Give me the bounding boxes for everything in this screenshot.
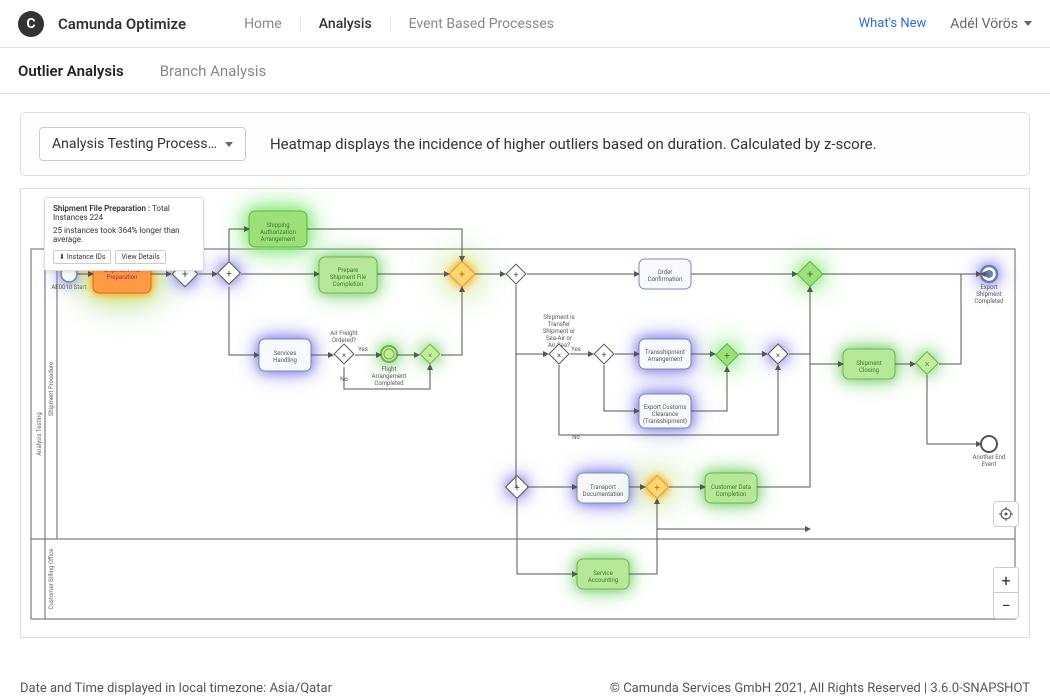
brand-name: Camunda Optimize (58, 15, 186, 33)
task-shipment-closing[interactable]: ShipmentClosing (843, 349, 895, 379)
gateway-x-2[interactable]: × (768, 344, 788, 364)
gateway-x-green[interactable]: × (916, 352, 939, 375)
task-export-customs[interactable]: Export CustomsClearance(Transshipment) (639, 394, 691, 428)
svg-text:×: × (776, 351, 780, 360)
task-transshipment[interactable]: TransshipmentArrangement (639, 339, 691, 369)
heatmap-description: Heatmap displays the incidence of higher… (270, 135, 877, 153)
task-prepare-completion[interactable]: PrepareShipment FileCompletion (319, 257, 377, 293)
gateway-hot-2[interactable]: + (646, 476, 669, 499)
svg-text:+: + (513, 271, 518, 281)
end-event-another[interactable] (981, 436, 997, 452)
task-shipping-auth[interactable]: ShippingAuthorizationArrangement (249, 211, 307, 247)
svg-text:ShipmentClosing: ShipmentClosing (856, 360, 881, 374)
top-nav: C Camunda Optimize Home Analysis Event B… (0, 0, 1050, 48)
svg-text:+: + (601, 351, 606, 361)
svg-text:×: × (342, 351, 346, 360)
tooltip-total-value: 224 (90, 213, 104, 222)
recenter-button[interactable] (993, 501, 1019, 527)
gateway-parallel-4[interactable]: + (594, 344, 614, 364)
sub-nav: Outlier Analysis Branch Analysis (0, 48, 1050, 94)
zoom-out-button[interactable]: − (993, 593, 1019, 619)
svg-text:Customer DataCompletion: Customer DataCompletion (711, 484, 751, 498)
task-service-accounting[interactable]: ServiceAccounting (577, 559, 629, 589)
lane-label-upper: Shipment Procedure (48, 362, 55, 416)
download-icon: ⬇ (59, 253, 65, 261)
tooltip-instance-ids-button[interactable]: ⬇ Instance IDs (53, 250, 111, 264)
tooltip-detail: 25 instances took 364% longer than avera… (53, 226, 195, 244)
task-transport-doc[interactable]: TransportDocumentation (577, 473, 629, 503)
process-select-label: Analysis Testing Process… (52, 136, 217, 152)
tooltip-title: Shipment File Preparation : (53, 204, 150, 213)
gateway-x-1[interactable]: × (420, 344, 440, 364)
svg-text:+: + (514, 483, 520, 494)
nav-event-based[interactable]: Event Based Processes (391, 16, 572, 32)
svg-text:AE0010 Start: AE0010 Start (51, 284, 86, 291)
svg-text:×: × (428, 351, 432, 360)
svg-text:+: + (226, 269, 232, 280)
user-menu[interactable]: Adél Vörös (950, 16, 1032, 32)
task-services-handling[interactable]: ServicesHandling (259, 339, 311, 371)
controls-bar: Analysis Testing Process… Heatmap displa… (20, 112, 1030, 176)
lane-label-outer: Analysis Testing (36, 412, 43, 456)
diagram-canvas[interactable]: Analysis Testing Shipment Procedure Cust… (20, 188, 1030, 638)
tooltip-view-details-button[interactable]: View Details (115, 250, 165, 264)
zoom-controls: + − (993, 501, 1019, 619)
tab-branch-analysis[interactable]: Branch Analysis (142, 57, 285, 85)
task-tooltip: Shipment File Preparation : Total Instan… (44, 197, 204, 271)
svg-text:TransshipmentArrangement: TransshipmentArrangement (645, 349, 685, 363)
process-select[interactable]: Analysis Testing Process… (39, 127, 246, 161)
brand-logo: C (18, 11, 44, 37)
svg-text:+: + (459, 268, 465, 281)
lane-label-lower: Customer Billing Office (48, 549, 55, 610)
footer-copyright: © Camunda Services GmbH 2021, All Rights… (610, 681, 1030, 696)
user-name: Adél Vörös (950, 16, 1018, 32)
chevron-down-icon (225, 142, 233, 147)
nav-analysis[interactable]: Analysis (301, 16, 391, 32)
gateway-parallel-topright[interactable]: + (797, 261, 822, 286)
chevron-down-icon (1024, 21, 1032, 26)
nav-home[interactable]: Home (226, 16, 301, 32)
svg-text:Air FreightOrdered?: Air FreightOrdered? (330, 330, 357, 344)
gateway-parallel-2[interactable]: + (218, 262, 241, 285)
event-flight-arrangement[interactable] (381, 346, 397, 362)
gateway-parallel-green[interactable]: + (716, 344, 739, 367)
gateway-parallel-bottom[interactable]: + (506, 476, 529, 499)
task-customer-data[interactable]: Customer DataCompletion (705, 473, 757, 503)
footer: Date and Time displayed in local timezon… (0, 681, 1050, 696)
gateway-parallel-3[interactable]: + (506, 264, 526, 284)
svg-text:+: + (724, 351, 730, 362)
gateway-hot-1[interactable]: + (449, 261, 474, 286)
svg-text:+: + (654, 483, 660, 494)
svg-text:Yes: Yes (358, 346, 368, 353)
whats-new-link[interactable]: What's New (859, 16, 927, 31)
nav-right: What's New Adél Vörös (859, 16, 1032, 32)
tab-outlier-analysis[interactable]: Outlier Analysis (18, 57, 142, 85)
svg-text:ExportShipmentCompleted: ExportShipmentCompleted (974, 284, 1003, 305)
svg-text:+: + (807, 268, 813, 281)
footer-timezone: Date and Time displayed in local timezon… (20, 681, 332, 696)
crosshair-icon (999, 507, 1013, 521)
svg-text:ServicesHandling: ServicesHandling (273, 350, 297, 364)
svg-text:FlightArrangementCompleted: FlightArrangementCompleted (372, 366, 407, 387)
svg-text:Another EndEvent: Another EndEvent (973, 454, 1006, 468)
svg-text:×: × (557, 351, 561, 360)
task-order-confirmation[interactable]: OrderConfirmation (639, 259, 691, 289)
zoom-in-button[interactable]: + (993, 567, 1019, 593)
svg-text:Yes: Yes (571, 346, 581, 353)
svg-text:×: × (925, 360, 930, 370)
gateway-air-freight[interactable]: × (334, 344, 354, 364)
